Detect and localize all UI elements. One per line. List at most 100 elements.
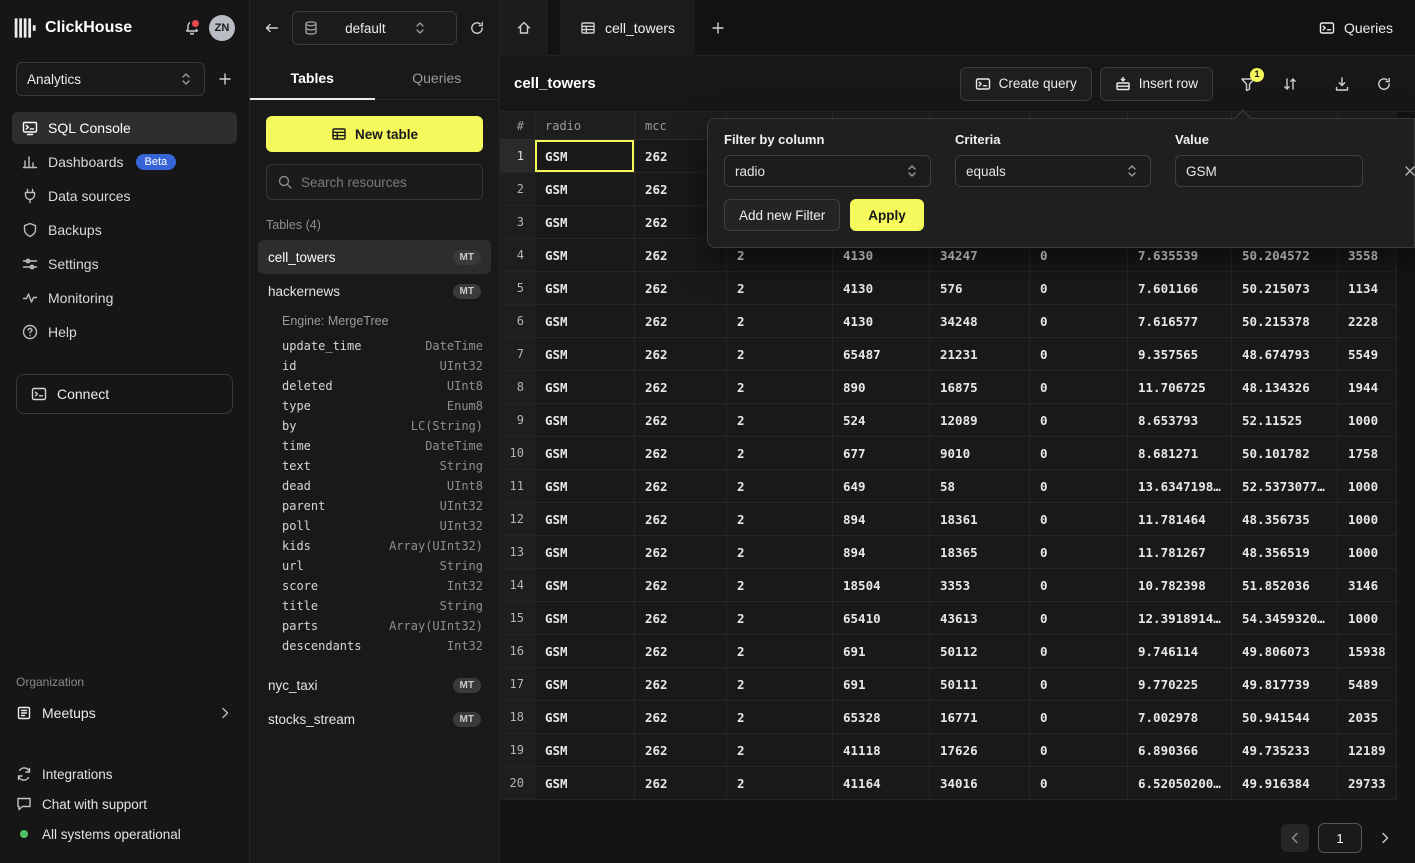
pagination-prev-button[interactable]	[1281, 824, 1309, 852]
create-query-button[interactable]: Create query	[960, 67, 1092, 101]
table-cell[interactable]: 0	[1030, 536, 1128, 568]
pagination-next-button[interactable]	[1371, 824, 1399, 852]
row-number-cell[interactable]: 17	[500, 668, 535, 700]
table-cell[interactable]: 0	[1030, 371, 1128, 403]
row-number-cell[interactable]: 20	[500, 767, 535, 799]
table-cell[interactable]: 21231	[930, 338, 1030, 370]
row-number-cell[interactable]: 4	[500, 239, 535, 271]
table-cell[interactable]: 50112	[930, 635, 1030, 667]
table-cell[interactable]: 2	[727, 338, 833, 370]
table-cell[interactable]: 894	[833, 503, 930, 535]
table-cell[interactable]: 2035	[1338, 701, 1397, 733]
table-cell[interactable]: 49.916384	[1232, 767, 1338, 799]
table-cell[interactable]: 8.681271	[1128, 437, 1232, 469]
row-number-cell[interactable]: 7	[500, 338, 535, 370]
table-cell[interactable]: 65410	[833, 602, 930, 634]
table-cell[interactable]: 2	[727, 470, 833, 502]
table-cell[interactable]: 34248	[930, 305, 1030, 337]
table-cell[interactable]: 65328	[833, 701, 930, 733]
sidebar-item-settings[interactable]: Settings	[12, 248, 237, 280]
table-cell[interactable]: 576	[930, 272, 1030, 304]
table-cell[interactable]: 52.5373077…	[1232, 470, 1338, 502]
table-cell[interactable]: 7.616577	[1128, 305, 1232, 337]
row-number-cell[interactable]: 11	[500, 470, 535, 502]
row-number-cell[interactable]: 8	[500, 371, 535, 403]
table-cell[interactable]: GSM	[535, 239, 635, 271]
table-cell[interactable]: 49.806073	[1232, 635, 1338, 667]
table-cell[interactable]: 0	[1030, 701, 1128, 733]
table-cell[interactable]: GSM	[535, 602, 635, 634]
table-cell[interactable]: 894	[833, 536, 930, 568]
table-cell[interactable]: 0	[1030, 569, 1128, 601]
table-cell[interactable]: 2	[727, 767, 833, 799]
footer-item-integrations[interactable]: Integrations	[0, 759, 249, 789]
table-cell[interactable]: GSM	[535, 338, 635, 370]
table-cell[interactable]: 890	[833, 371, 930, 403]
table-cell[interactable]: 0	[1030, 767, 1128, 799]
pagination-current-page[interactable]: 1	[1318, 823, 1362, 853]
table-cell[interactable]: 2	[727, 503, 833, 535]
table-cell[interactable]: GSM	[535, 404, 635, 436]
table-cell[interactable]: 0	[1030, 734, 1128, 766]
add-workspace-button[interactable]	[217, 71, 233, 87]
home-tab[interactable]	[500, 0, 548, 56]
table-cell[interactable]: 0	[1030, 635, 1128, 667]
table-item-stocks-stream[interactable]: stocks_streamMT	[258, 702, 491, 736]
add-filter-button[interactable]: Add new Filter	[724, 199, 840, 231]
table-cell[interactable]: GSM	[535, 437, 635, 469]
table-cell[interactable]: 41118	[833, 734, 930, 766]
table-cell[interactable]: 1000	[1338, 404, 1397, 436]
filter-value-input[interactable]	[1175, 155, 1363, 187]
table-cell[interactable]: 48.356519	[1232, 536, 1338, 568]
table-cell[interactable]: 2	[727, 701, 833, 733]
table-cell[interactable]: 58	[930, 470, 1030, 502]
table-cell[interactable]: 29733	[1338, 767, 1397, 799]
table-cell[interactable]: 262	[635, 371, 727, 403]
table-cell[interactable]: 4130	[833, 305, 930, 337]
collapse-panel-icon[interactable]	[264, 20, 280, 36]
table-cell[interactable]: 262	[635, 536, 727, 568]
table-cell[interactable]: GSM	[535, 503, 635, 535]
table-cell[interactable]: 12189	[1338, 734, 1397, 766]
table-cell[interactable]: 2	[727, 305, 833, 337]
tab-tables[interactable]: Tables	[250, 56, 375, 99]
table-cell[interactable]: 649	[833, 470, 930, 502]
table-cell[interactable]: 0	[1030, 305, 1128, 337]
table-cell[interactable]: 11.781464	[1128, 503, 1232, 535]
table-cell[interactable]: 65487	[833, 338, 930, 370]
table-cell[interactable]: GSM	[535, 206, 635, 238]
table-cell[interactable]: 1944	[1338, 371, 1397, 403]
table-cell[interactable]: 262	[635, 404, 727, 436]
table-cell[interactable]: GSM	[535, 173, 635, 205]
new-table-button[interactable]: New table	[266, 116, 483, 152]
table-cell[interactable]: 0	[1030, 338, 1128, 370]
table-cell[interactable]: 1758	[1338, 437, 1397, 469]
table-item-nyc-taxi[interactable]: nyc_taxiMT	[258, 668, 491, 702]
table-cell[interactable]: 16771	[930, 701, 1030, 733]
table-cell[interactable]: 2	[727, 668, 833, 700]
table-cell[interactable]: 262	[635, 305, 727, 337]
table-cell[interactable]: 0	[1030, 404, 1128, 436]
close-filter-icon[interactable]	[1402, 163, 1415, 179]
sidebar-item-dashboards[interactable]: DashboardsBeta	[12, 146, 237, 178]
table-cell[interactable]: 262	[635, 503, 727, 535]
table-cell[interactable]: GSM	[535, 668, 635, 700]
table-cell[interactable]: 50.941544	[1232, 701, 1338, 733]
table-cell[interactable]: GSM	[535, 536, 635, 568]
table-cell[interactable]: 3146	[1338, 569, 1397, 601]
table-cell[interactable]: 54.3459320…	[1232, 602, 1338, 634]
table-cell[interactable]: 8.653793	[1128, 404, 1232, 436]
table-cell[interactable]: 6.890366	[1128, 734, 1232, 766]
sidebar-item-meetups[interactable]: Meetups	[0, 695, 249, 731]
sort-button[interactable]	[1273, 67, 1307, 101]
table-cell[interactable]: 262	[635, 338, 727, 370]
table-cell[interactable]: 691	[833, 635, 930, 667]
table-cell[interactable]: GSM	[535, 470, 635, 502]
table-cell[interactable]: 13.6347198…	[1128, 470, 1232, 502]
table-cell[interactable]: GSM	[535, 734, 635, 766]
table-cell[interactable]: 2	[727, 734, 833, 766]
table-cell[interactable]: 262	[635, 602, 727, 634]
table-cell[interactable]: 0	[1030, 272, 1128, 304]
row-number-cell[interactable]: 15	[500, 602, 535, 634]
table-cell[interactable]: 2	[727, 272, 833, 304]
